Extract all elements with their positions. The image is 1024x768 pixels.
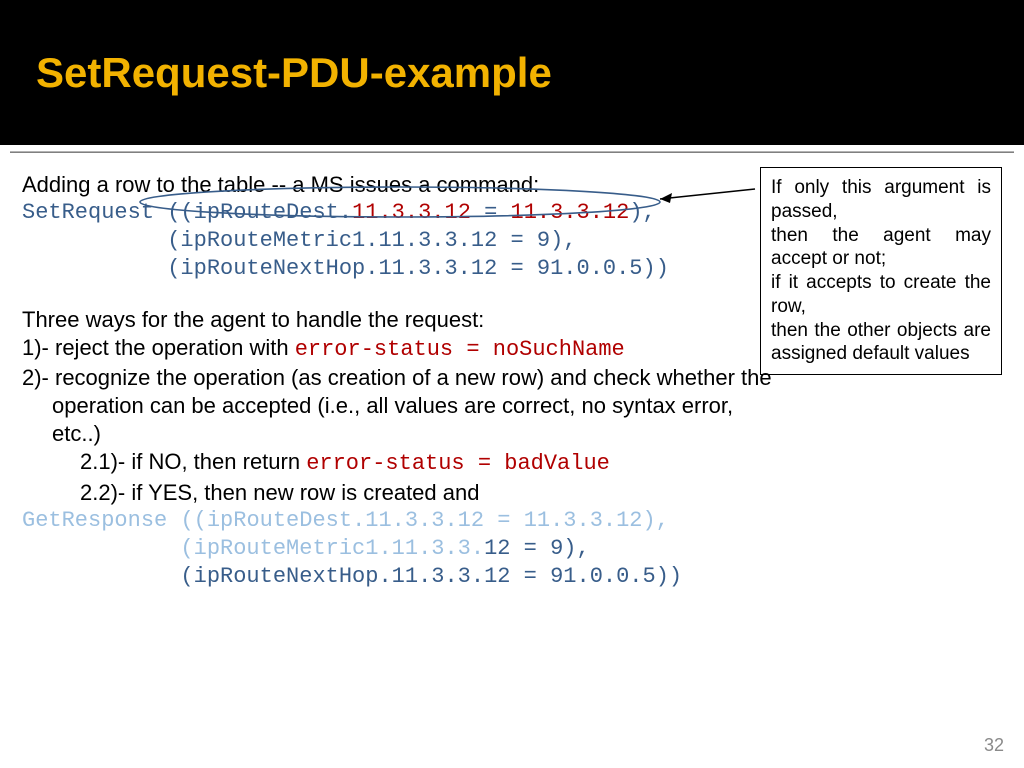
getresponse-arg2a: (ipRouteMetric1.11.3.3. [22, 536, 484, 561]
equals: = [484, 200, 510, 225]
setrequest-keyword: SetRequest [22, 200, 167, 225]
iproutedest-index: 11.3.3.12 [352, 200, 484, 225]
getresponse-line1: GetResponse ((ipRouteDest.11.3.3.12 = 11… [22, 507, 1000, 535]
page-number: 32 [984, 735, 1004, 756]
option-2: 2)- recognize the operation (as creation… [22, 364, 772, 448]
iproutedest-value: 11.3.3.12 [511, 200, 630, 225]
iproutedest-oid: ipRouteDest. [194, 200, 352, 225]
error-badvalue: error-status = badValue [306, 451, 610, 476]
paren-open: (( [167, 200, 193, 225]
callout-text: If only this argument is passed, then th… [771, 177, 991, 364]
callout-box: If only this argument is passed, then th… [760, 167, 1002, 375]
option-2-2: 2.2)- if YES, then new row is created an… [22, 479, 1000, 507]
getresponse-keyword: GetResponse [22, 508, 180, 533]
getresponse-arg2b: 12 = 9), [484, 536, 590, 561]
error-nosuchname: error-status = noSuchName [295, 337, 625, 362]
paren-close: ), [629, 200, 655, 225]
getresponse-line2: (ipRouteMetric1.11.3.3.12 = 9), [22, 535, 1000, 563]
slide-title: SetRequest-PDU-example [36, 49, 552, 97]
getresponse-arg1: ((ipRouteDest.11.3.3.12 = 11.3.3.12), [180, 508, 668, 533]
getresponse-line3: (ipRouteNextHop.11.3.3.12 = 91.0.0.5)) [22, 563, 1000, 591]
title-bar: SetRequest-PDU-example [0, 0, 1024, 145]
slide-body: If only this argument is passed, then th… [0, 153, 1024, 591]
option-2-1: 2.1)- if NO, then return error-status = … [22, 448, 1000, 478]
option-2-1-text: 2.1)- if NO, then return [80, 449, 306, 474]
option-1-text: 1)- reject the operation with [22, 335, 295, 360]
